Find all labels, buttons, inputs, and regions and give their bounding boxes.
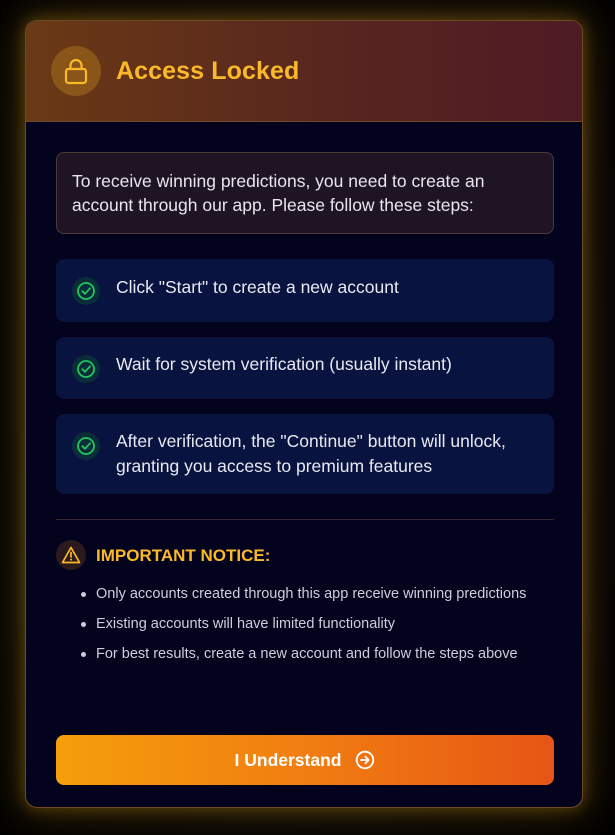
i-understand-button[interactable]: I Understand <box>56 735 554 785</box>
step-text: Wait for system verification (usually in… <box>116 354 452 374</box>
step-item: Click "Start" to create a new account <box>56 259 554 322</box>
modal-header: Access Locked <box>26 21 582 122</box>
warning-icon <box>56 540 86 570</box>
step-item: After verification, the "Continue" butto… <box>56 414 554 494</box>
button-label: I Understand <box>234 749 342 770</box>
list-item: Existing accounts will have limited func… <box>81 614 536 634</box>
check-circle-icon <box>72 432 100 460</box>
notice-title: IMPORTANT NOTICE: <box>96 546 271 565</box>
list-item: For best results, create a new account a… <box>81 644 536 664</box>
divider <box>56 519 554 520</box>
step-item: Wait for system verification (usually in… <box>56 337 554 399</box>
access-locked-modal: Access Locked To receive winning predict… <box>25 20 583 808</box>
step-text: Click "Start" to create a new account <box>116 277 399 297</box>
notice-list: Only accounts created through this app r… <box>81 584 536 674</box>
arrow-right-circle-icon <box>355 750 375 770</box>
step-text: After verification, the "Continue" butto… <box>116 431 506 476</box>
lock-icon <box>51 46 101 96</box>
list-item: Only accounts created through this app r… <box>81 584 536 604</box>
intro-message: To receive winning predictions, you need… <box>56 152 554 234</box>
check-circle-icon <box>72 277 100 305</box>
check-circle-icon <box>72 355 100 383</box>
modal-title: Access Locked <box>116 57 300 85</box>
